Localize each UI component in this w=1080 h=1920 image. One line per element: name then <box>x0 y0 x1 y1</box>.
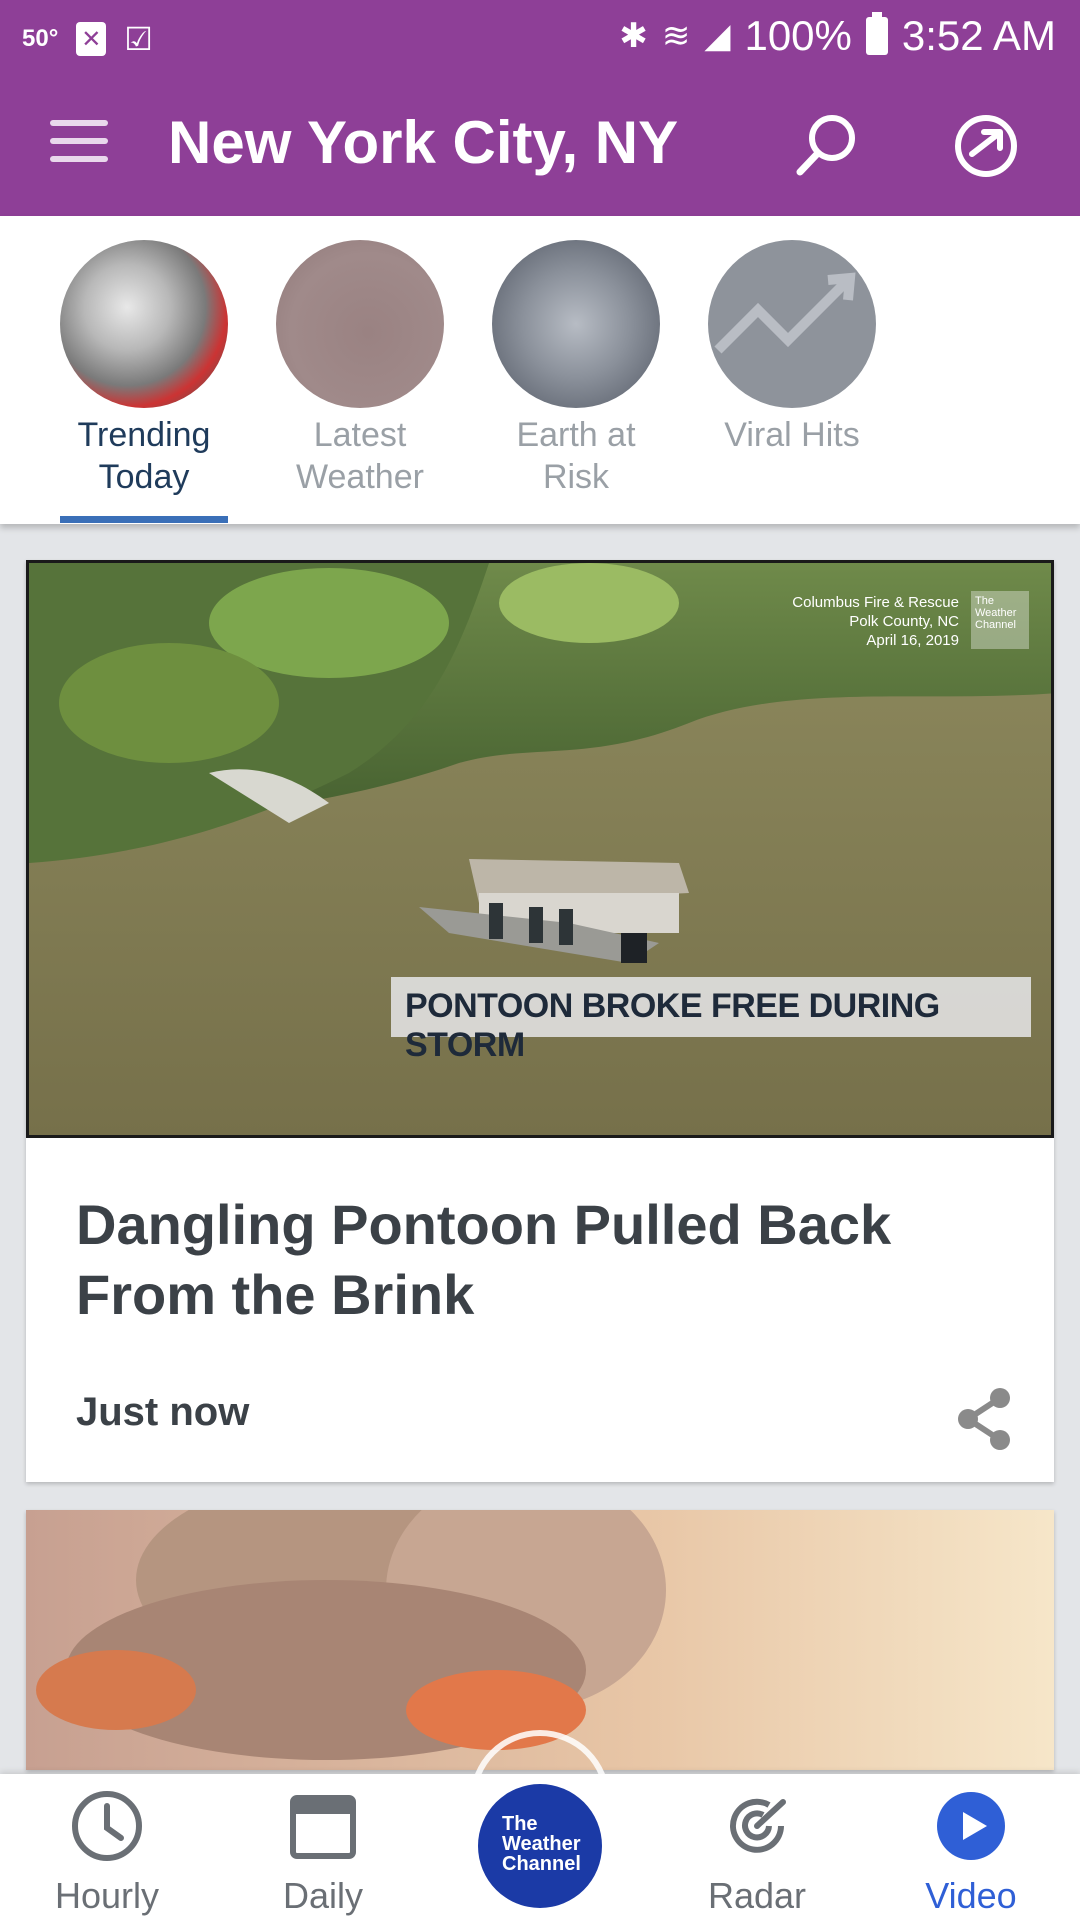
notification-close-icon: ✕ <box>76 22 107 56</box>
nav-label: Daily <box>282 1875 363 1916</box>
wifi-icon: ≋ <box>661 17 691 55</box>
credit-line: April 16, 2019 <box>866 632 959 649</box>
nav-daily[interactable]: Daily <box>238 1788 408 1917</box>
menu-button[interactable] <box>50 120 114 174</box>
radar-icon <box>730 1798 786 1853</box>
tab-label: Trending Today <box>77 416 211 496</box>
tab-label: Latest Weather <box>296 416 424 496</box>
nav-video[interactable]: Video <box>886 1788 1056 1917</box>
share-icon[interactable] <box>952 1384 1018 1454</box>
video-thumbnail[interactable]: Columbus Fire & Rescue Polk County, NC A… <box>26 560 1054 1138</box>
location-arrow-icon[interactable] <box>946 106 1026 186</box>
tab-trending-today[interactable]: Trending Today <box>59 240 229 498</box>
weather-channel-watermark: The Weather Channel <box>971 591 1029 649</box>
signal-icon: ◢ <box>704 17 731 55</box>
menu-icon <box>50 120 108 126</box>
trending-thumbnail <box>60 240 228 408</box>
video-card[interactable]: Columbus Fire & Rescue Polk County, NC A… <box>26 560 1054 1482</box>
status-right: ✱ ≋ ◢ 100% 3:52 AM <box>619 12 1056 60</box>
tab-label: Viral Hits <box>724 416 860 454</box>
trend-arrow-icon <box>708 240 876 408</box>
status-left: 50° ✕ ☑ <box>22 20 153 58</box>
status-temperature: 50° <box>22 25 59 52</box>
clock-icon <box>72 1791 142 1861</box>
battery-icon <box>865 12 888 55</box>
nav-label: Radar <box>707 1875 807 1916</box>
nav-label: Hourly <box>54 1875 160 1916</box>
credit-line: Columbus Fire & Rescue <box>792 594 959 611</box>
notification-check-icon: ☑ <box>124 21 153 57</box>
location-title[interactable]: New York City, NY <box>168 108 678 177</box>
search-icon[interactable] <box>786 106 866 186</box>
nav-label: Video <box>925 1875 1017 1916</box>
viral-hits-thumbnail <box>708 240 876 408</box>
video-credit: Columbus Fire & Rescue Polk County, NC A… <box>792 593 959 650</box>
video-category-tabs: Trending Today Latest Weather Earth at R… <box>0 216 1080 524</box>
play-icon <box>937 1792 1005 1860</box>
credit-line: Polk County, NC <box>849 613 959 630</box>
video-timestamp: Just now <box>76 1390 250 1434</box>
bottom-navigation: Hourly Daily The Weather Channel Radar V… <box>0 1730 1080 1920</box>
bluetooth-icon: ✱ <box>619 17 648 55</box>
active-tab-indicator <box>60 516 228 523</box>
latest-weather-thumbnail <box>276 240 444 408</box>
tab-label: Earth at Risk <box>516 416 636 496</box>
video-caption-overlay: PONTOON BROKE FREE DURING STORM <box>391 977 1031 1064</box>
app-bar: New York City, NY <box>0 78 1080 216</box>
tab-latest-weather[interactable]: Latest Weather <box>275 240 445 498</box>
nav-hourly[interactable]: Hourly <box>22 1788 192 1917</box>
status-time: 3:52 AM <box>901 12 1056 59</box>
status-bar: 50° ✕ ☑ ✱ ≋ ◢ 100% 3:52 AM <box>0 0 1080 78</box>
nav-radar[interactable]: Radar <box>672 1788 842 1917</box>
earth-thumbnail <box>492 240 660 408</box>
tab-earth-at-risk[interactable]: Earth at Risk <box>491 240 661 498</box>
tab-viral-hits[interactable]: Viral Hits <box>707 240 877 456</box>
video-title[interactable]: Dangling Pontoon Pulled Back From the Br… <box>76 1190 976 1330</box>
battery-percent: 100% <box>744 12 852 59</box>
calendar-icon <box>290 1795 356 1859</box>
weather-channel-logo[interactable]: The Weather Channel <box>478 1784 602 1908</box>
